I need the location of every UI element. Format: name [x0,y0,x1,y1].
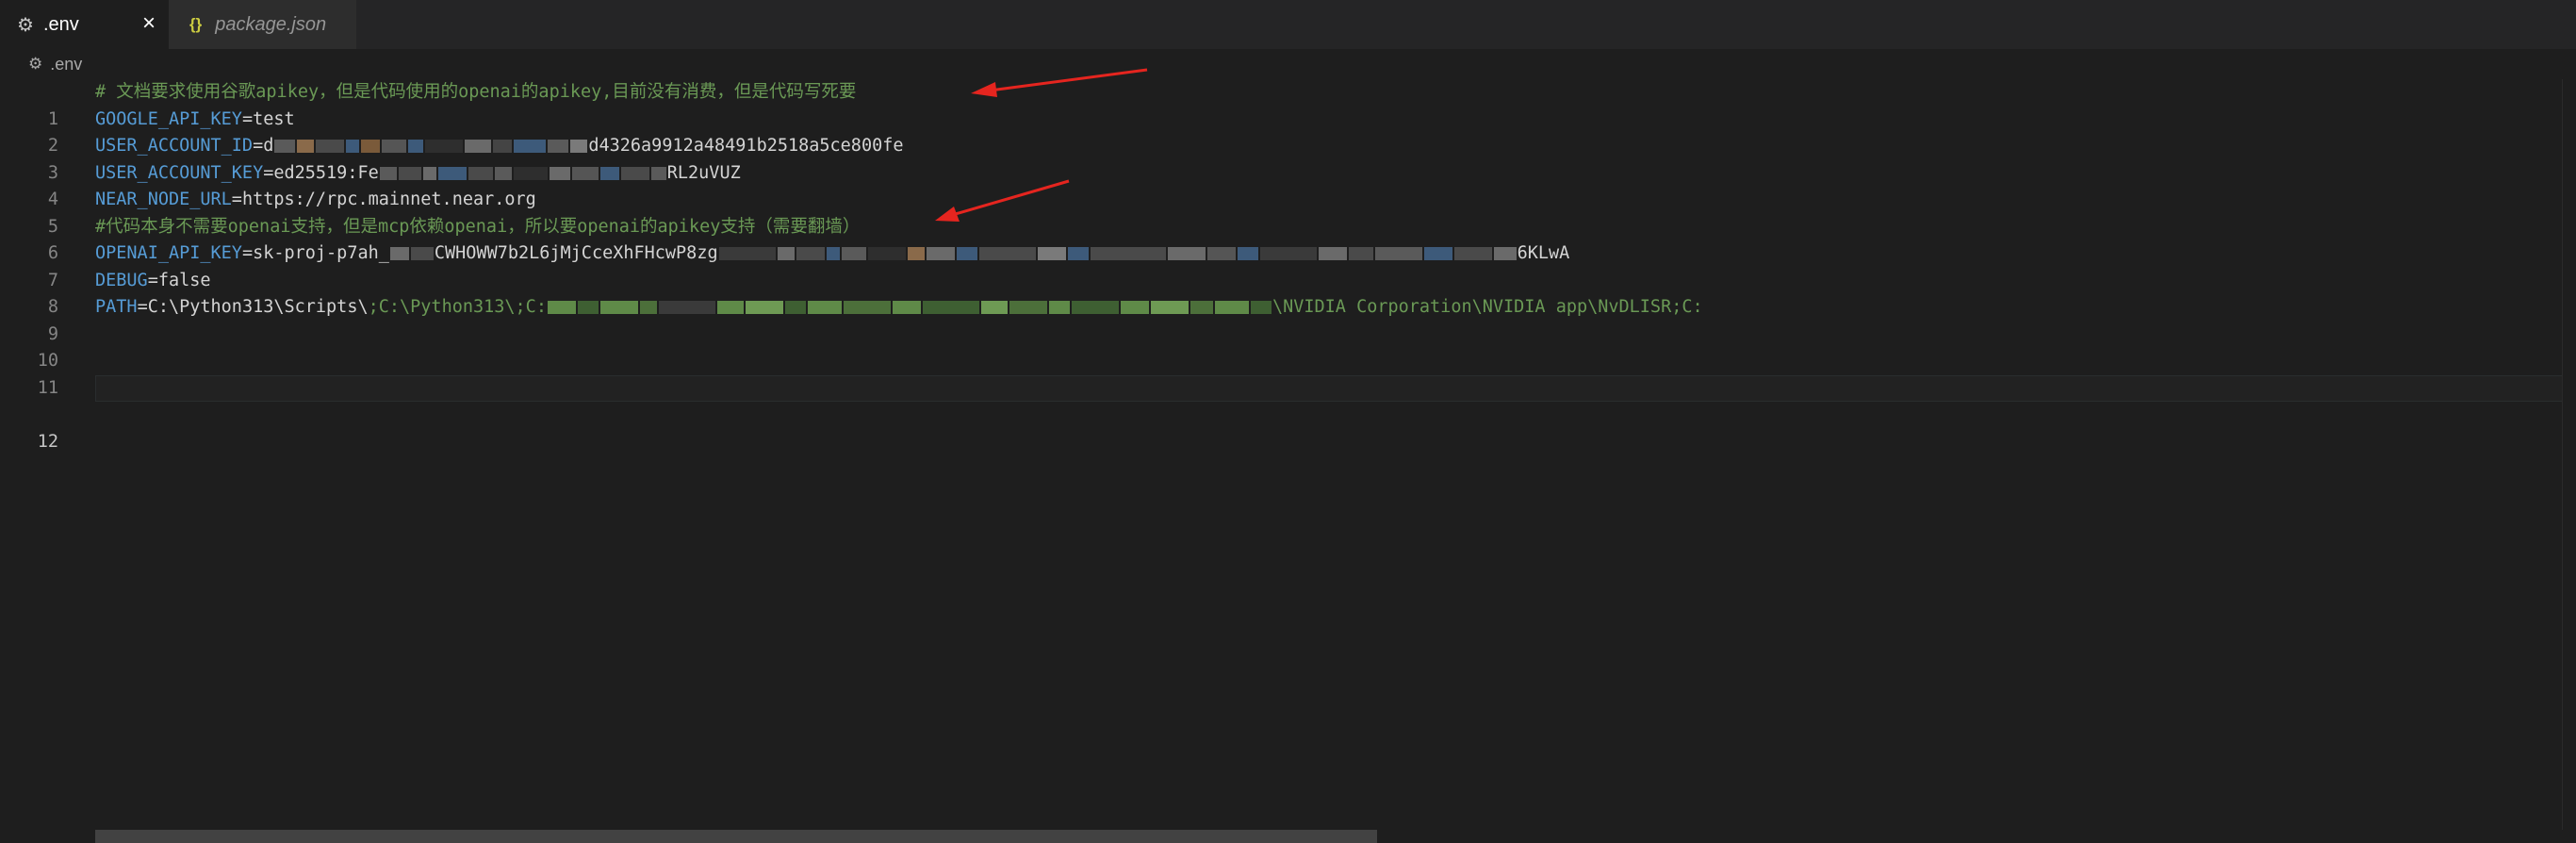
annotation-arrows [935,68,1148,222]
annotation-arrow-2 [935,179,1070,222]
horizontal-scrollbar-thumb[interactable] [95,830,1377,843]
vertical-scrollbar[interactable] [2562,79,2576,830]
annotation-arrow-1 [971,68,1148,97]
